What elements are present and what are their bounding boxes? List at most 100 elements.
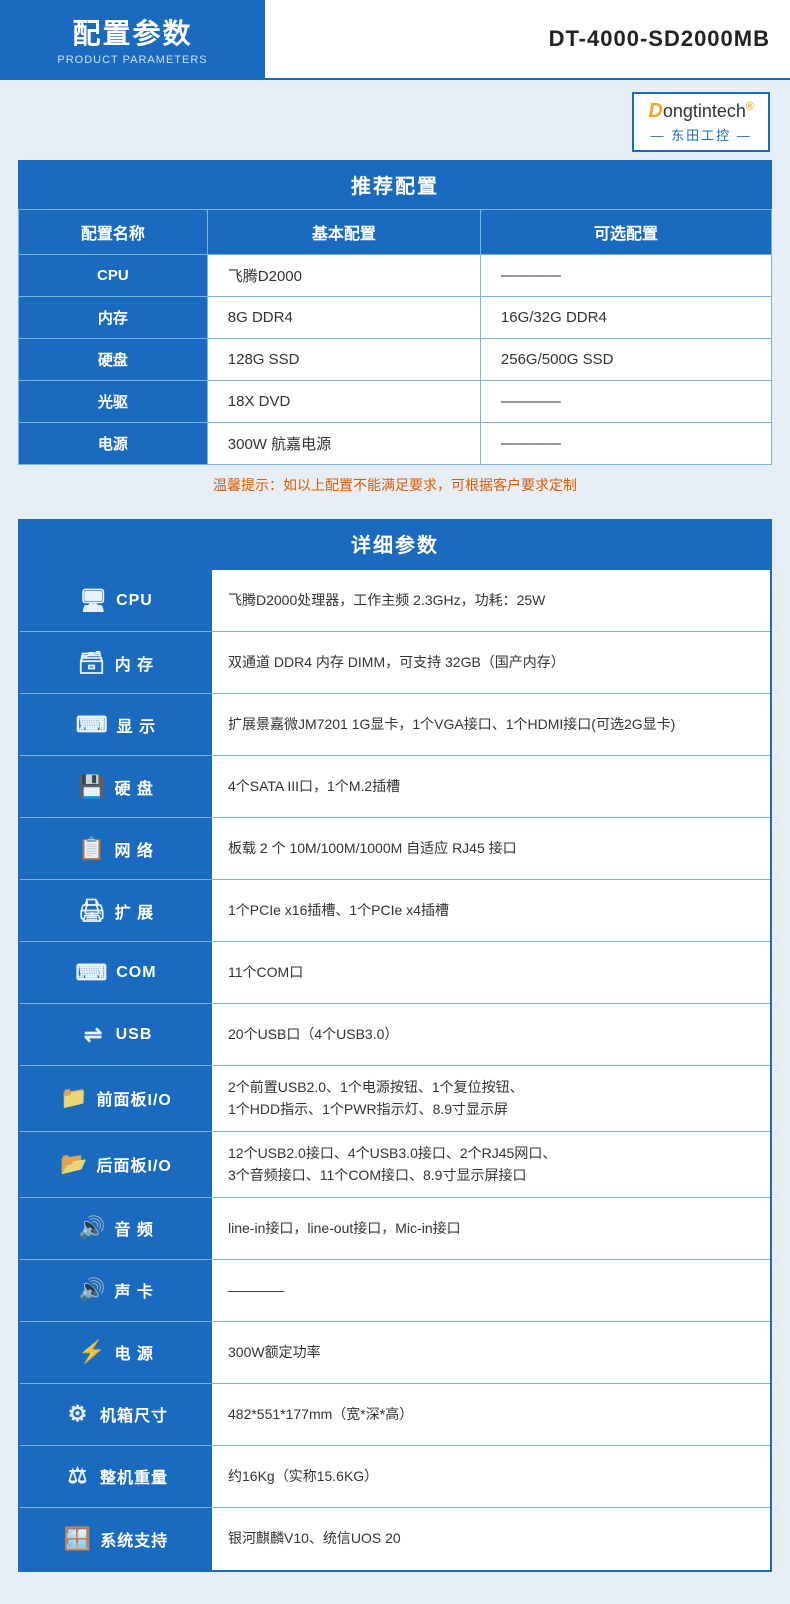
detail-icon: 💾 [78, 774, 106, 800]
detail-row: 🔊 音 频 line-in接口，line-out接口，Mic-in接口 [20, 1198, 770, 1260]
detail-icon: 🗃 [78, 650, 107, 676]
detail-value: ———— [212, 1260, 770, 1321]
detail-label: ⌨ COM [20, 942, 212, 1003]
detail-value: 12个USB2.0接口、4个USB3.0接口、2个RJ45网口、 3个音频接口、… [212, 1132, 770, 1197]
detail-row: 📁前面板I/O2个前置USB2.0、1个电源按钮、1个复位按钮、 1个HDD指示… [20, 1066, 770, 1132]
col-header-name: 配置名称 [19, 210, 208, 255]
detail-value: 飞腾D2000处理器，工作主频 2.3GHz，功耗：25W [212, 570, 770, 631]
detail-label-text: 内 存 [115, 651, 154, 675]
detail-label: 🔊声 卡 [20, 1260, 212, 1321]
rec-row-optional: ———— [480, 381, 771, 423]
detail-icon: 📁 [60, 1085, 88, 1111]
rec-row-name: 硬盘 [19, 339, 208, 381]
detail-icon: ⌨ [75, 960, 108, 986]
detail-label: ⌨ 显 示 [20, 694, 212, 755]
detail-label-text: 机箱尺寸 [100, 1402, 168, 1426]
detail-table: 🖥CPU飞腾D2000处理器，工作主频 2.3GHz，功耗：25W🗃内 存双通道… [18, 568, 772, 1572]
detail-label: ⚖ 整机重量 [20, 1446, 212, 1507]
brand-logo: Dongtintech® — 东田工控 — [632, 92, 770, 152]
detail-icon: 🔊 [78, 1215, 106, 1241]
detail-label: 🖥CPU [20, 570, 212, 631]
detail-value: 482*551*177mm（宽*深*高） [212, 1384, 770, 1445]
rec-row-optional: 256G/500G SSD [480, 339, 771, 381]
detail-label-text: 网 络 [114, 837, 153, 861]
rec-row-optional: 16G/32G DDR4 [480, 297, 771, 339]
detail-row: 🪟 系统支持 银河麒麟V10、统信UOS 20 [20, 1508, 770, 1570]
model-number: DT-4000-SD2000MB [549, 26, 770, 52]
rec-row-basic: 18X DVD [207, 381, 480, 423]
detail-icon: ⚖ [64, 1463, 92, 1489]
detail-row: 📂 后面板I/O 12个USB2.0接口、4个USB3.0接口、2个RJ45网口、 … [20, 1132, 770, 1198]
detail-value: 11个COM口 [212, 942, 770, 1003]
page-header: 配置参数 PRODUCT PARAMETERS DT-4000-SD2000MB [0, 0, 790, 80]
rec-row-name: 光驱 [19, 381, 208, 423]
detail-label-text: USB [116, 1026, 153, 1044]
detail-value: 扩展景嘉微JM7201 1G显卡，1个VGA接口、1个HDMI接口(可选2G显卡… [212, 694, 770, 755]
rec-table-row: 硬盘128G SSD256G/500G SSD [19, 339, 772, 381]
rec-row-basic: 128G SSD [207, 339, 480, 381]
header-model-area: DT-4000-SD2000MB [265, 0, 790, 78]
recommended-section-header: 推荐配置 [18, 160, 772, 209]
detail-label-text: 系统支持 [100, 1527, 168, 1551]
registered-mark: ® [746, 100, 754, 112]
rec-table-row: CPU飞腾D2000———— [19, 255, 772, 297]
rec-table-row: 内存8G DDR416G/32G DDR4 [19, 297, 772, 339]
detail-label-text: 硬 盘 [114, 775, 153, 799]
detail-label: 🖨 扩 展 [20, 880, 212, 941]
detail-label-text: 扩 展 [115, 899, 154, 923]
rec-table-row: 光驱18X DVD———— [19, 381, 772, 423]
rec-row-optional: ———— [480, 423, 771, 465]
detail-value: 300W额定功率 [212, 1322, 770, 1383]
detail-label-text: 电 源 [114, 1340, 153, 1364]
detail-row: ⚡电 源300W额定功率 [20, 1322, 770, 1384]
detail-row: ⚙机箱尺寸482*551*177mm（宽*深*高） [20, 1384, 770, 1446]
detail-label: ⇌USB [20, 1004, 212, 1065]
brand-name-d: D [648, 100, 662, 122]
recommended-table: 配置名称 基本配置 可选配置 CPU飞腾D2000————内存8G DDR416… [18, 209, 772, 465]
detail-label: 📁前面板I/O [20, 1066, 212, 1131]
detail-row: 🗃内 存双通道 DDR4 内存 DIMM，可支持 32GB（国产内存） [20, 632, 770, 694]
rec-row-basic: 300W 航嘉电源 [207, 423, 480, 465]
rec-row-optional: ———— [480, 255, 771, 297]
detail-icon: ⌨ [76, 712, 109, 738]
detail-icon: 📂 [60, 1151, 88, 1177]
brand-name: Dongtintech® [648, 100, 754, 123]
detail-section: 详细参数 🖥CPU飞腾D2000处理器，工作主频 2.3GHz，功耗：25W🗃内… [18, 519, 772, 1572]
detail-row: ⚖整机重量约16Kg（实称15.6KG） [20, 1446, 770, 1508]
logo-area: Dongtintech® — 东田工控 — [0, 80, 790, 160]
detail-row: ⌨ COM 11个COM口 [20, 942, 770, 1004]
detail-value: 20个USB口（4个USB3.0） [212, 1004, 770, 1065]
brand-sub: — 东田工控 — [651, 125, 752, 144]
warm-tip: 温馨提示：如以上配置不能满足要求，可根据客户要求定制 [18, 465, 772, 505]
detail-row: 🖨 扩 展 1个PCIe x16插槽、1个PCIe x4插槽 [20, 880, 770, 942]
col-header-basic: 基本配置 [207, 210, 480, 255]
detail-icon: 🪟 [64, 1526, 92, 1552]
detail-row: ⇌USB20个USB口（4个USB3.0） [20, 1004, 770, 1066]
main-content: 推荐配置 配置名称 基本配置 可选配置 CPU飞腾D2000————内存8G D… [0, 160, 790, 1604]
rec-row-basic: 8G DDR4 [207, 297, 480, 339]
detail-label-text: 后面板I/O [97, 1152, 172, 1176]
detail-label-text: 显 示 [117, 713, 156, 737]
rec-row-name: 内存 [19, 297, 208, 339]
detail-value: line-in接口，line-out接口，Mic-in接口 [212, 1198, 770, 1259]
detail-label-text: 声 卡 [114, 1278, 153, 1302]
detail-value: 1个PCIe x16插槽、1个PCIe x4插槽 [212, 880, 770, 941]
detail-label-text: COM [116, 964, 156, 982]
detail-value: 银河麒麟V10、统信UOS 20 [212, 1508, 770, 1570]
col-header-optional: 可选配置 [480, 210, 771, 255]
detail-label: ⚡电 源 [20, 1322, 212, 1383]
page-title-en: PRODUCT PARAMETERS [57, 54, 207, 66]
detail-label-text: 整机重量 [100, 1464, 168, 1488]
header-title-block: 配置参数 PRODUCT PARAMETERS [0, 0, 265, 78]
detail-label-text: CPU [116, 592, 153, 610]
detail-label: 🪟 系统支持 [20, 1508, 212, 1570]
page-title-cn: 配置参数 [72, 12, 192, 52]
brand-name-rest: ongtintech [663, 101, 746, 121]
recommended-section: 推荐配置 配置名称 基本配置 可选配置 CPU飞腾D2000————内存8G D… [18, 160, 772, 505]
detail-label-text: 音 频 [114, 1216, 153, 1240]
detail-icon: 🖨 [78, 898, 107, 924]
detail-row: 📋网 络板载 2 个 10M/100M/1000M 自适应 RJ45 接口 [20, 818, 770, 880]
detail-row: 💾硬 盘4个SATA III口，1个M.2插槽 [20, 756, 770, 818]
detail-label: 💾 硬 盘 [20, 756, 212, 817]
rec-row-name: CPU [19, 255, 208, 297]
